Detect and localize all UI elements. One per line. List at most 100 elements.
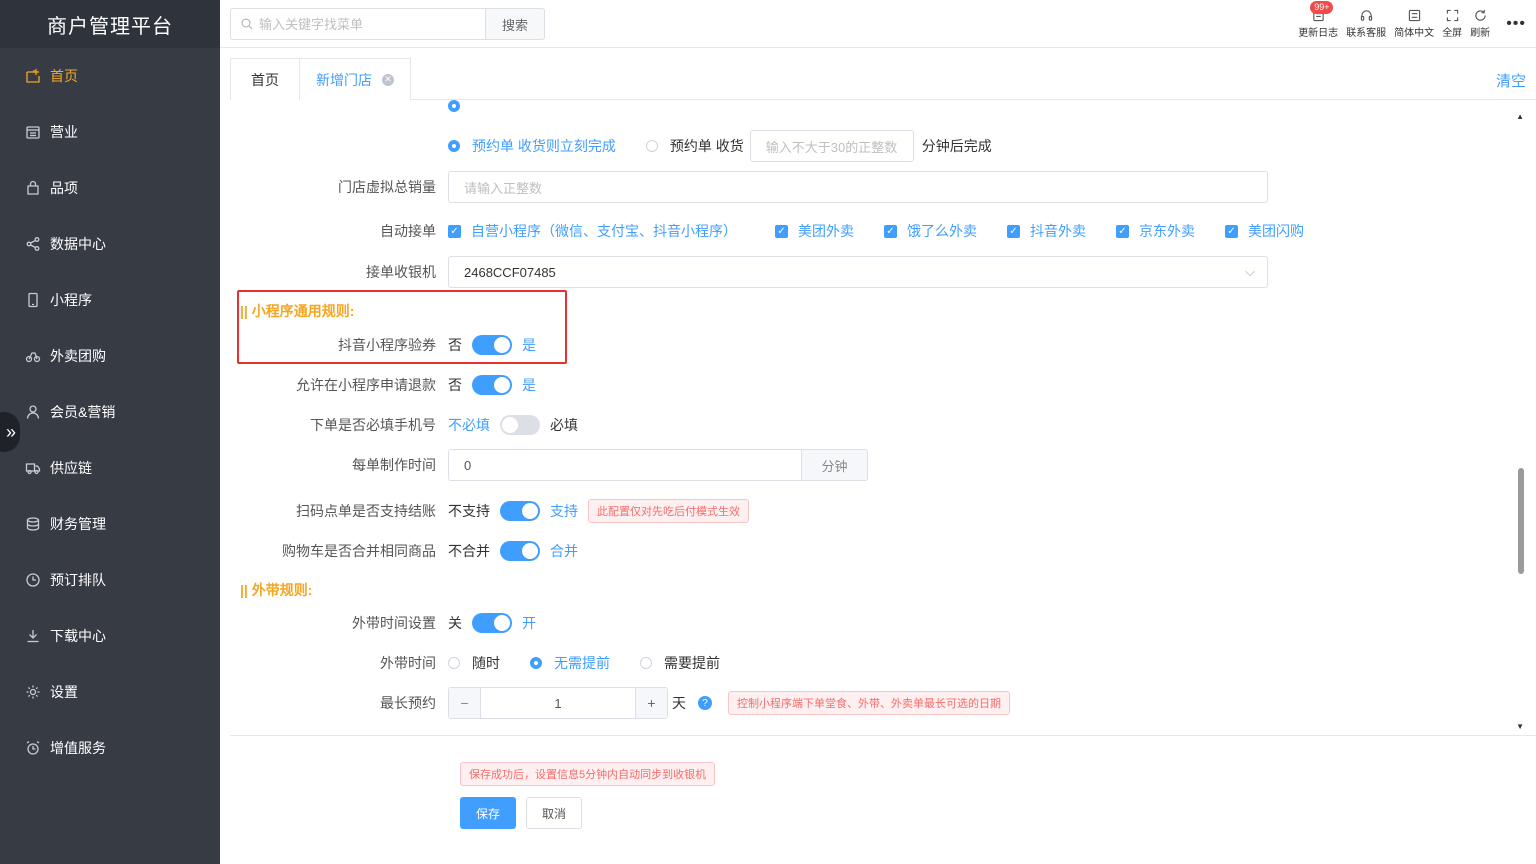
radio-hidden[interactable] <box>448 100 460 112</box>
sidebar-item-label: 营业 <box>50 124 78 140</box>
tab-home[interactable]: 首页 <box>230 58 300 100</box>
phone-icon <box>24 291 42 309</box>
auto-accept-option-4[interactable]: ✓ 京东外卖 <box>1116 221 1195 241</box>
tab-home-label: 首页 <box>251 71 279 88</box>
auto-accept-option-0[interactable]: ✓ 自营小程序（微信、支付宝、抖音小程序） <box>448 221 737 241</box>
checkbox-checked-icon[interactable]: ✓ <box>1007 224 1020 238</box>
auto-accept-option-1[interactable]: ✓ 美团外卖 <box>775 221 854 241</box>
share-icon <box>24 235 42 253</box>
sidebar-item-7[interactable]: 供应链 <box>0 440 220 496</box>
reservation-option-a-label[interactable]: 预约单 收货则立刻完成 <box>472 136 616 156</box>
takeout-time-advance-label[interactable]: 需要提前 <box>664 653 720 673</box>
merge-cart-switch[interactable] <box>500 541 540 561</box>
virtual-sales-row: 门店虚拟总销量 请输入正整数 <box>230 171 1268 203</box>
sidebar-item-label: 财务管理 <box>50 516 106 532</box>
search-icon <box>241 18 253 30</box>
douyin-coupon-off: 否 <box>448 337 462 353</box>
takeout-section-title: || 外带规则: <box>240 582 313 598</box>
scroll-down-arrow[interactable]: ▼ <box>1516 722 1524 731</box>
scan-checkout-off: 不支持 <box>448 503 490 519</box>
sidebar-menu: 首页营业品项 数据中心 小程序外卖团购会员&营销供应链财务管理预订排队下载中心设置增… <box>0 48 220 776</box>
cashier-select[interactable]: 2468CCF07485 ⌵ <box>448 256 1268 288</box>
scroll-up-arrow[interactable]: ▲ <box>1516 112 1524 121</box>
auto-accept-option-label: 美团闪购 <box>1248 223 1304 239</box>
sidebar-item-5[interactable]: 外卖团购 <box>0 328 220 384</box>
tab-new-store[interactable]: 新增门店 ✕ <box>299 58 411 100</box>
sidebar-item-label: 下载中心 <box>50 628 106 644</box>
reservation-option-b-label[interactable]: 预约单 收货 <box>670 136 744 156</box>
auto-accept-option-2[interactable]: ✓ 饿了么外卖 <box>884 221 977 241</box>
sidebar-item-10[interactable]: 下载中心 <box>0 608 220 664</box>
minus-button[interactable]: − <box>449 688 481 718</box>
sidebar-item-2[interactable]: 品项 <box>0 160 220 216</box>
checkbox-checked-icon[interactable]: ✓ <box>1225 224 1238 238</box>
takeout-time-no-advance-label[interactable]: 无需提前 <box>554 653 610 673</box>
clear-tabs-link[interactable]: 清空 <box>1496 70 1526 91</box>
checkbox-checked-icon[interactable]: ✓ <box>884 224 897 238</box>
sidebar-item-label: 外卖团购 <box>50 348 106 364</box>
more-icon[interactable]: ••• <box>1506 15 1526 33</box>
menu-search[interactable] <box>230 8 485 40</box>
takeout-time-advance-radio[interactable] <box>640 657 652 669</box>
close-icon[interactable]: ✕ <box>382 73 394 86</box>
auto-accept-option-3[interactable]: ✓ 抖音外卖 <box>1007 221 1086 241</box>
search-input[interactable] <box>259 16 479 32</box>
checkbox-checked-icon[interactable]: ✓ <box>1116 224 1129 238</box>
fullscreen-button[interactable]: 全屏 <box>1442 9 1462 39</box>
takeout-time-no-advance-radio[interactable] <box>530 657 542 669</box>
alarm-icon <box>24 739 42 757</box>
language-button[interactable]: 简体中文 <box>1394 9 1434 39</box>
max-reserve-value[interactable]: 1 <box>481 688 635 718</box>
help-icon[interactable]: ? <box>698 696 712 710</box>
bike-icon <box>24 347 42 365</box>
make-time-row: 每单制作时间 0 分钟 <box>230 449 868 481</box>
refund-row: 允许在小程序申请退款 否 是 <box>230 369 536 401</box>
sidebar-item-1[interactable]: 营业 <box>0 104 220 160</box>
headset-icon <box>1360 10 1372 21</box>
douyin-coupon-row: 抖音小程序验券 否 是 <box>230 329 536 361</box>
fullscreen-icon <box>1446 9 1458 22</box>
sidebar-item-8[interactable]: 财务管理 <box>0 496 220 552</box>
sidebar-item-9[interactable]: 预订排队 <box>0 552 220 608</box>
reservation-minutes-input[interactable]: 输入不大于30的正整数 <box>749 130 914 162</box>
checkbox-checked-icon[interactable]: ✓ <box>775 224 788 238</box>
sidebar-item-0[interactable]: 首页 <box>0 48 220 104</box>
scan-checkout-switch[interactable] <box>500 501 540 521</box>
takeout-time-anytime-radio[interactable] <box>448 657 460 669</box>
sidebar-item-label: 首页 <box>50 68 78 84</box>
refresh-icon <box>1475 9 1486 21</box>
make-time-label: 每单制作时间 <box>352 457 436 473</box>
refresh-button[interactable]: 刷新 <box>1470 9 1490 39</box>
takeout-time-anytime-label[interactable]: 随时 <box>472 653 500 673</box>
form-content: 预约单 收货则立刻完成 预约单 收货 输入不大于30的正整数 分钟后完成 门店虚… <box>230 100 1520 735</box>
sidebar-item-label: 会员&营销 <box>50 404 116 420</box>
sidebar-item-6[interactable]: 会员&营销 <box>0 384 220 440</box>
sidebar: 商户管理平台 首页 营业 品项 数据中心 小程序 外卖团购 会员&营销 供应链 财务管理 预订排队… <box>0 0 220 864</box>
takeout-time-setting-switch[interactable] <box>472 613 512 633</box>
sidebar-item-4[interactable]: 小程序 <box>0 272 220 328</box>
virtual-sales-input[interactable]: 请输入正整数 <box>448 171 1268 203</box>
search-button[interactable]: 搜索 <box>485 8 545 40</box>
checkbox-checked-icon[interactable]: ✓ <box>448 224 461 238</box>
changelog-button[interactable]: 99+ 更新日志 <box>1298 1 1338 39</box>
scrollbar-thumb[interactable] <box>1518 468 1524 574</box>
max-reserve-stepper[interactable]: − 1 + <box>448 687 668 719</box>
sidebar-item-11[interactable]: 设置 <box>0 664 220 720</box>
douyin-coupon-switch[interactable] <box>472 335 512 355</box>
auto-accept-option-label: 美团外卖 <box>798 223 854 239</box>
support-button[interactable]: 联系客服 <box>1346 9 1386 39</box>
make-time-input[interactable]: 0 <box>448 449 802 481</box>
reservation-option-a-radio[interactable] <box>448 140 460 152</box>
sidebar-item-3[interactable]: 数据中心 <box>0 216 220 272</box>
sidebar-item-label: 供应链 <box>50 460 92 476</box>
auto-accept-option-5[interactable]: ✓ 美团闪购 <box>1225 221 1304 241</box>
cancel-button[interactable]: 取消 <box>526 797 582 829</box>
plus-button[interactable]: + <box>635 688 667 718</box>
sidebar-item-12[interactable]: 增值服务 <box>0 720 220 776</box>
refund-switch[interactable] <box>472 375 512 395</box>
phone-required-switch[interactable] <box>500 415 540 435</box>
sync-tip: 保存成功后，设置信息5分钟内自动同步到收银机 <box>460 762 716 786</box>
reservation-option-b-radio[interactable] <box>645 140 658 152</box>
takeout-time-setting-label: 外带时间设置 <box>352 615 436 631</box>
save-button[interactable]: 保存 <box>460 797 516 829</box>
